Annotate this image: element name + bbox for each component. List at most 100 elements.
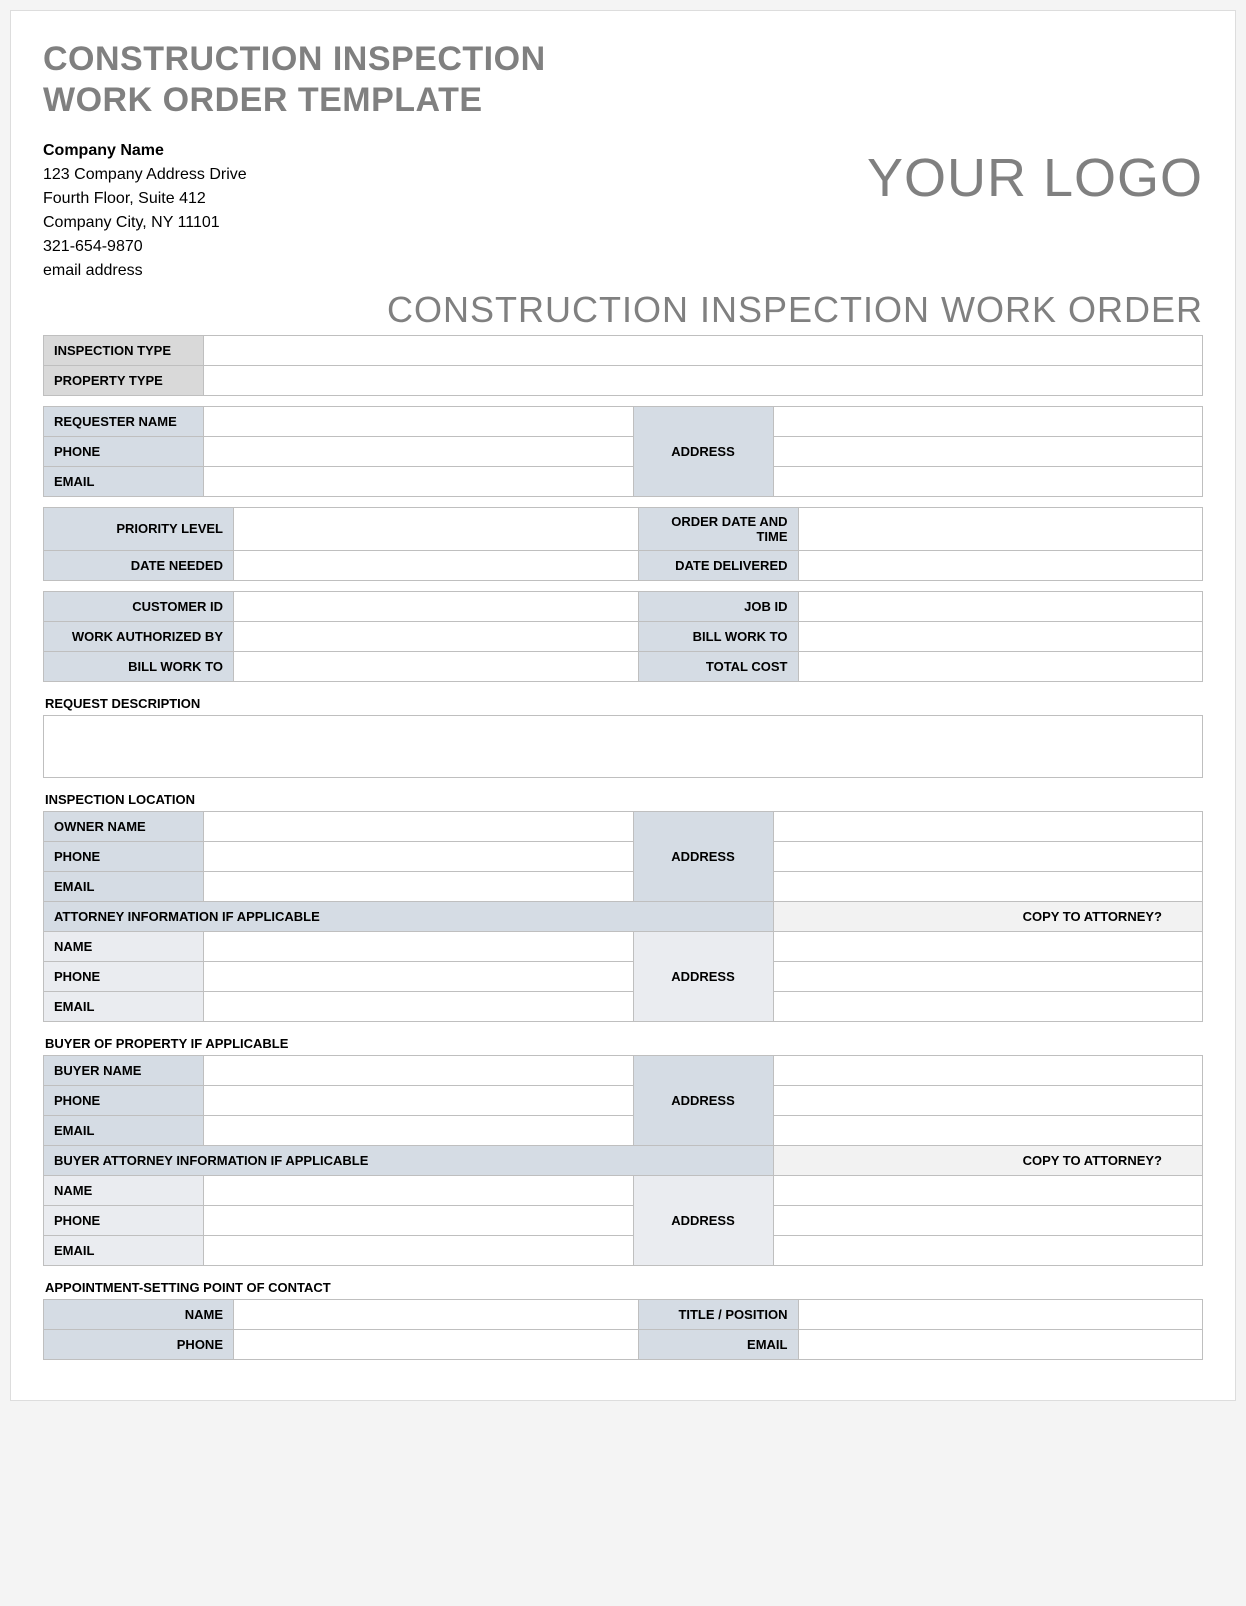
document-title: CONSTRUCTION INSPECTION WORK ORDER TEMPL… (43, 39, 1203, 121)
date-delivered-field[interactable] (798, 550, 1203, 580)
attorney-address-1[interactable] (773, 931, 1203, 961)
owner-address-3[interactable] (773, 871, 1203, 901)
company-addr2: Fourth Floor, Suite 412 (43, 187, 247, 211)
buyer-email-field[interactable] (204, 1115, 634, 1145)
buyer-copy-to-attorney-label: COPY TO ATTORNEY? (773, 1145, 1203, 1175)
request-desc-heading: REQUEST DESCRIPTION (45, 696, 1203, 711)
buyer-attorney-address-3[interactable] (773, 1235, 1203, 1265)
work-auth-label: WORK AUTHORIZED BY (44, 621, 234, 651)
requester-table: REQUESTER NAME ADDRESS PHONE EMAIL (43, 406, 1203, 497)
buyer-attorney-phone-field[interactable] (204, 1205, 634, 1235)
buyer-phone-field[interactable] (204, 1085, 634, 1115)
total-cost-field[interactable] (798, 651, 1203, 681)
requester-email-field[interactable] (204, 466, 634, 496)
order-date-field[interactable] (798, 507, 1203, 550)
priority-level-field[interactable] (234, 507, 639, 550)
poc-email-field[interactable] (798, 1329, 1203, 1359)
owner-email-field[interactable] (204, 871, 634, 901)
attorney-address-3[interactable] (773, 991, 1203, 1021)
title-line-1: CONSTRUCTION INSPECTION (43, 40, 546, 78)
requester-address-2[interactable] (773, 436, 1203, 466)
buyer-name-field[interactable] (204, 1055, 634, 1085)
title-line-2: WORK ORDER TEMPLATE (43, 81, 483, 119)
poc-email-label: EMAIL (638, 1329, 798, 1359)
request-desc-field[interactable] (44, 715, 1203, 777)
requester-email-label: EMAIL (44, 466, 204, 496)
owner-address-1[interactable] (773, 811, 1203, 841)
requester-address-1[interactable] (773, 406, 1203, 436)
buyer-attorney-address-label: ADDRESS (633, 1175, 773, 1265)
company-addr1: 123 Company Address Drive (43, 163, 247, 187)
poc-name-field[interactable] (234, 1299, 639, 1329)
requester-name-label: REQUESTER NAME (44, 406, 204, 436)
poc-phone-label: PHONE (44, 1329, 234, 1359)
buyer-attorney-name-field[interactable] (204, 1175, 634, 1205)
request-desc-table (43, 715, 1203, 778)
property-type-label: PROPERTY TYPE (44, 365, 204, 395)
company-name: Company Name (43, 139, 247, 163)
buyer-attorney-info-header: BUYER ATTORNEY INFORMATION IF APPLICABLE (44, 1145, 774, 1175)
buyer-address-1[interactable] (773, 1055, 1203, 1085)
owner-address-label: ADDRESS (633, 811, 773, 901)
poc-title-label: TITLE / POSITION (638, 1299, 798, 1329)
date-delivered-label: DATE DELIVERED (638, 550, 798, 580)
attorney-address-2[interactable] (773, 961, 1203, 991)
bill-to-field-1[interactable] (798, 621, 1203, 651)
order-date-label: ORDER DATE AND TIME (638, 507, 798, 550)
owner-name-field[interactable] (204, 811, 634, 841)
priority-level-label: PRIORITY LEVEL (44, 507, 234, 550)
date-needed-label: DATE NEEDED (44, 550, 234, 580)
sub-header: CONSTRUCTION INSPECTION WORK ORDER (43, 289, 1203, 331)
job-id-field[interactable] (798, 591, 1203, 621)
owner-name-label: OWNER NAME (44, 811, 204, 841)
dates-table: PRIORITY LEVEL ORDER DATE AND TIME DATE … (43, 507, 1203, 581)
customer-id-label: CUSTOMER ID (44, 591, 234, 621)
requester-address-label: ADDRESS (633, 406, 773, 496)
owner-email-label: EMAIL (44, 871, 204, 901)
requester-address-3[interactable] (773, 466, 1203, 496)
attorney-info-header: ATTORNEY INFORMATION IF APPLICABLE (44, 901, 774, 931)
requester-name-field[interactable] (204, 406, 634, 436)
buyer-phone-label: PHONE (44, 1085, 204, 1115)
requester-phone-field[interactable] (204, 436, 634, 466)
attorney-email-label: EMAIL (44, 991, 204, 1021)
copy-to-attorney-label: COPY TO ATTORNEY? (773, 901, 1203, 931)
company-phone: 321-654-9870 (43, 235, 247, 259)
type-table: INSPECTION TYPE PROPERTY TYPE (43, 335, 1203, 396)
buyer-attorney-address-1[interactable] (773, 1175, 1203, 1205)
company-email: email address (43, 259, 247, 283)
attorney-address-label: ADDRESS (633, 931, 773, 1021)
buyer-attorney-address-2[interactable] (773, 1205, 1203, 1235)
poc-title-field[interactable] (798, 1299, 1203, 1329)
date-needed-field[interactable] (234, 550, 639, 580)
buyer-heading: BUYER OF PROPERTY IF APPLICABLE (45, 1036, 1203, 1051)
inspection-type-field[interactable] (204, 335, 1203, 365)
attorney-email-field[interactable] (204, 991, 634, 1021)
owner-phone-label: PHONE (44, 841, 204, 871)
poc-phone-field[interactable] (234, 1329, 639, 1359)
attorney-name-label: NAME (44, 931, 204, 961)
requester-phone-label: PHONE (44, 436, 204, 466)
buyer-address-label: ADDRESS (633, 1055, 773, 1145)
poc-name-label: NAME (44, 1299, 234, 1329)
owner-address-2[interactable] (773, 841, 1203, 871)
attorney-phone-field[interactable] (204, 961, 634, 991)
appointment-table: NAME TITLE / POSITION PHONE EMAIL (43, 1299, 1203, 1360)
attorney-phone-label: PHONE (44, 961, 204, 991)
buyer-address-3[interactable] (773, 1115, 1203, 1145)
logo-placeholder: YOUR LOGO (867, 147, 1203, 209)
work-auth-field[interactable] (234, 621, 639, 651)
buyer-attorney-email-field[interactable] (204, 1235, 634, 1265)
buyer-table: BUYER NAME ADDRESS PHONE EMAIL BUYER ATT… (43, 1055, 1203, 1266)
owner-phone-field[interactable] (204, 841, 634, 871)
property-type-field[interactable] (204, 365, 1203, 395)
company-addr3: Company City, NY 11101 (43, 211, 247, 235)
total-cost-label: TOTAL COST (638, 651, 798, 681)
buyer-address-2[interactable] (773, 1085, 1203, 1115)
bill-to-field-2[interactable] (234, 651, 639, 681)
attorney-name-field[interactable] (204, 931, 634, 961)
appointment-heading: APPOINTMENT-SETTING POINT OF CONTACT (45, 1280, 1203, 1295)
customer-id-field[interactable] (234, 591, 639, 621)
buyer-attorney-phone-label: PHONE (44, 1205, 204, 1235)
inspection-location-heading: INSPECTION LOCATION (45, 792, 1203, 807)
